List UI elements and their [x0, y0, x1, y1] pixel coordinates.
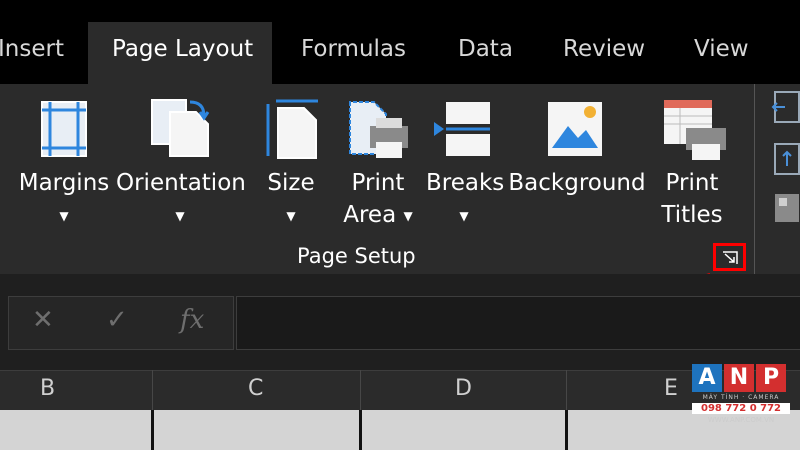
logo-website: WWW.ANP.COM.VN [707, 416, 775, 424]
print-area-icon [349, 101, 408, 158]
orientation-icon [151, 99, 210, 157]
breaks-button[interactable]: Breaks ▼ [426, 96, 505, 236]
size-button[interactable]: Size ▼ [260, 96, 322, 236]
logo-letters: A N P [692, 364, 790, 392]
size-caret: ▼ [286, 209, 296, 223]
print-area-button[interactable]: Print Area ▼ [340, 96, 416, 236]
cancel-icon[interactable]: ✕ [32, 305, 54, 335]
dialog-launcher-icon [723, 251, 738, 264]
formula-input[interactable] [236, 296, 800, 350]
column-header-c[interactable]: C [248, 376, 263, 401]
margins-label: Margins [18, 170, 110, 196]
print-titles-icon [664, 100, 726, 160]
tab-formulas[interactable]: Formulas [301, 36, 406, 62]
orientation-label: Orientation [116, 170, 246, 196]
column-divider [360, 370, 361, 410]
insert-function-icon[interactable]: fx [180, 305, 204, 335]
tab-view[interactable]: View [694, 36, 749, 62]
tab-review[interactable]: Review [563, 36, 645, 62]
print-area-label-2: Area [343, 202, 397, 228]
breaks-caret: ▼ [459, 209, 469, 223]
print-area-label-2-row: Area ▼ [340, 200, 416, 234]
print-area-caret: ▼ [403, 209, 413, 223]
logo-tagline: MÁY TÍNH · CAMERA [702, 394, 780, 401]
margins-button[interactable]: Margins ▼ [18, 96, 110, 236]
column-header-d[interactable]: D [455, 376, 472, 401]
print-titles-label-2: Titles [661, 202, 723, 228]
grid-line [565, 410, 568, 450]
column-divider [152, 370, 153, 410]
breaks-icon [434, 102, 490, 156]
print-titles-label-1: Print [665, 170, 719, 196]
logo-letter-a: A [692, 364, 722, 392]
ribbon-tab-bar: Insert Page Layout Formulas Data Review … [0, 0, 800, 84]
breaks-label: Breaks [426, 170, 505, 196]
column-header-e[interactable]: E [664, 376, 678, 401]
logo-phone: 098 772 0 772 [692, 403, 790, 414]
page-setup-group-label: Page Setup [297, 244, 416, 268]
worksheet-grid[interactable] [0, 410, 800, 450]
margins-caret: ▼ [59, 209, 69, 223]
page-setup-dialog-launcher[interactable] [713, 243, 746, 271]
tab-insert[interactable]: Insert [0, 36, 64, 62]
grid-line [151, 410, 154, 450]
background-icon [548, 102, 602, 156]
background-label: Background [508, 170, 646, 196]
anp-logo: A N P MÁY TÍNH · CAMERA 098 772 0 772 WW… [692, 364, 790, 444]
enter-icon[interactable]: ✓ [106, 305, 128, 335]
column-divider [566, 370, 567, 410]
scale-to-fit-group [754, 84, 800, 274]
print-area-label-1: Print [351, 170, 405, 196]
tab-page-layout-label: Page Layout [112, 36, 254, 62]
tab-data[interactable]: Data [458, 36, 513, 62]
logo-letter-p: P [756, 364, 786, 392]
logo-letter-n: N [724, 364, 754, 392]
size-label: Size [267, 170, 315, 196]
scale-icons [771, 91, 800, 222]
orientation-caret: ▼ [175, 209, 185, 223]
margins-icon [41, 101, 87, 157]
size-icon [266, 99, 318, 159]
tab-page-layout[interactable]: Page Layout [88, 22, 272, 84]
column-header-b[interactable]: B [40, 376, 55, 401]
column-header-row [0, 370, 800, 412]
grid-line [359, 410, 362, 450]
orientation-button[interactable]: Orientation ▼ [116, 96, 246, 236]
background-button[interactable]: Background [506, 96, 648, 200]
print-titles-button[interactable]: Print Titles [654, 96, 730, 236]
